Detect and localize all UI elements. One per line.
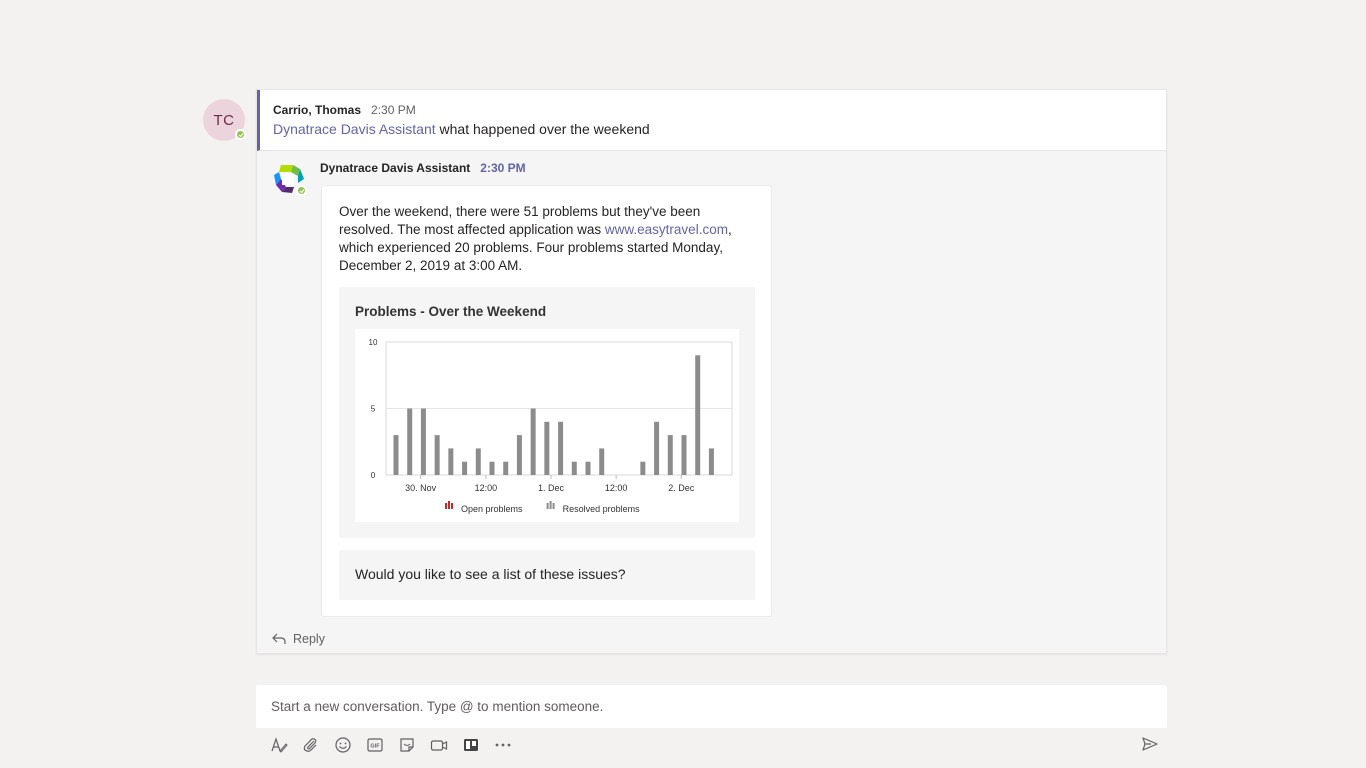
card-summary: Over the weekend, there were 51 problems… [339, 203, 749, 275]
trello-icon[interactable] [460, 734, 482, 756]
question-text: Would you like to see a list of these is… [355, 566, 626, 582]
mention-link[interactable]: Dynatrace Davis Assistant [273, 121, 436, 137]
reply-button[interactable]: Reply [272, 632, 325, 646]
x-tick-label: 12:00 [475, 483, 498, 493]
message-timestamp: 2:30 PM [371, 103, 416, 117]
x-tick-label: 30. Nov [405, 483, 437, 493]
legend-icon [448, 501, 450, 509]
compose-toolbar: GIF [268, 733, 514, 757]
compose-input[interactable] [256, 685, 1167, 728]
bar [544, 421, 550, 475]
reply-author-name: Dynatrace Davis Assistant [320, 161, 471, 175]
bar [585, 461, 591, 475]
adaptive-card: Over the weekend, there were 51 problems… [321, 185, 772, 617]
legend-label: Open problems [461, 504, 523, 514]
bar [434, 435, 440, 475]
bar [407, 408, 413, 475]
app-link[interactable]: www.easytravel.com [605, 222, 728, 237]
y-tick-label: 10 [369, 338, 378, 347]
meet-icon[interactable] [428, 734, 450, 756]
reply-meta: Dynatrace Davis Assistant 2:30 PM [320, 161, 526, 175]
reply-timestamp: 2:30 PM [480, 161, 526, 175]
sticker-icon[interactable] [396, 734, 418, 756]
x-tick-label: 2. Dec [668, 483, 695, 493]
presence-available-icon [235, 129, 246, 140]
author-name: Carrio, Thomas [273, 103, 362, 117]
chart-title: Problems - Over the Weekend [355, 304, 547, 319]
x-tick-label: 12:00 [605, 483, 628, 493]
reply-arrow-icon [272, 633, 286, 644]
legend-icon [445, 503, 447, 509]
bar [654, 421, 660, 475]
bar [530, 408, 536, 475]
bar [462, 461, 468, 475]
legend-icon [549, 501, 552, 509]
chart-container: Problems - Over the Weekend 0 5 10 30. Nov 1… [339, 287, 755, 538]
bar [681, 435, 687, 475]
bar [393, 435, 399, 475]
bar [571, 461, 577, 475]
bar [448, 448, 454, 475]
more-icon[interactable] [492, 734, 514, 756]
bar [475, 448, 481, 475]
message-body: Dynatrace Davis Assistant what happened … [273, 121, 650, 137]
bar [420, 408, 426, 475]
legend-icon [552, 503, 555, 509]
y-tick-label: 0 [371, 471, 376, 480]
bot-avatar[interactable] [272, 163, 307, 196]
bar [599, 448, 605, 475]
bar [640, 461, 646, 475]
bar-chart: 0 5 10 30. Nov 12:00 1. Dec 12:00 2. Dec Open pr… [369, 338, 733, 514]
format-icon[interactable] [268, 734, 290, 756]
bar [489, 461, 495, 475]
message-meta: Carrio, Thomas 2:30 PM [273, 103, 416, 117]
attach-icon[interactable] [300, 734, 322, 756]
bar [558, 421, 564, 475]
y-tick-label: 5 [371, 405, 376, 414]
reply-label: Reply [293, 632, 325, 646]
legend-label: Resolved problems [563, 504, 641, 514]
presence-available-icon [296, 185, 307, 196]
send-icon [1142, 737, 1158, 751]
bar [503, 461, 509, 475]
root-message[interactable]: Carrio, Thomas 2:30 PM Dynatrace Davis A… [257, 90, 1166, 151]
x-tick-label: 1. Dec [538, 483, 565, 493]
bar [708, 448, 714, 475]
bar [516, 435, 522, 475]
legend-icon [546, 503, 549, 509]
conversation-thread: Carrio, Thomas 2:30 PM Dynatrace Davis A… [256, 89, 1167, 654]
avatar-initials: TC [213, 111, 235, 129]
gif-icon[interactable]: GIF [364, 734, 386, 756]
svg-text:GIF: GIF [370, 744, 380, 750]
send-button[interactable] [1139, 733, 1161, 755]
compose-box[interactable] [256, 685, 1167, 728]
bar [695, 355, 701, 475]
avatar[interactable]: TC [203, 99, 246, 141]
bar [667, 435, 673, 475]
emoji-icon[interactable] [332, 734, 354, 756]
legend-icon [451, 503, 453, 509]
question-container: Would you like to see a list of these is… [339, 550, 755, 600]
chart-area: 0 5 10 30. Nov 12:00 1. Dec 12:00 2. Dec Open pr… [355, 329, 739, 522]
message-text: what happened over the weekend [435, 121, 650, 137]
